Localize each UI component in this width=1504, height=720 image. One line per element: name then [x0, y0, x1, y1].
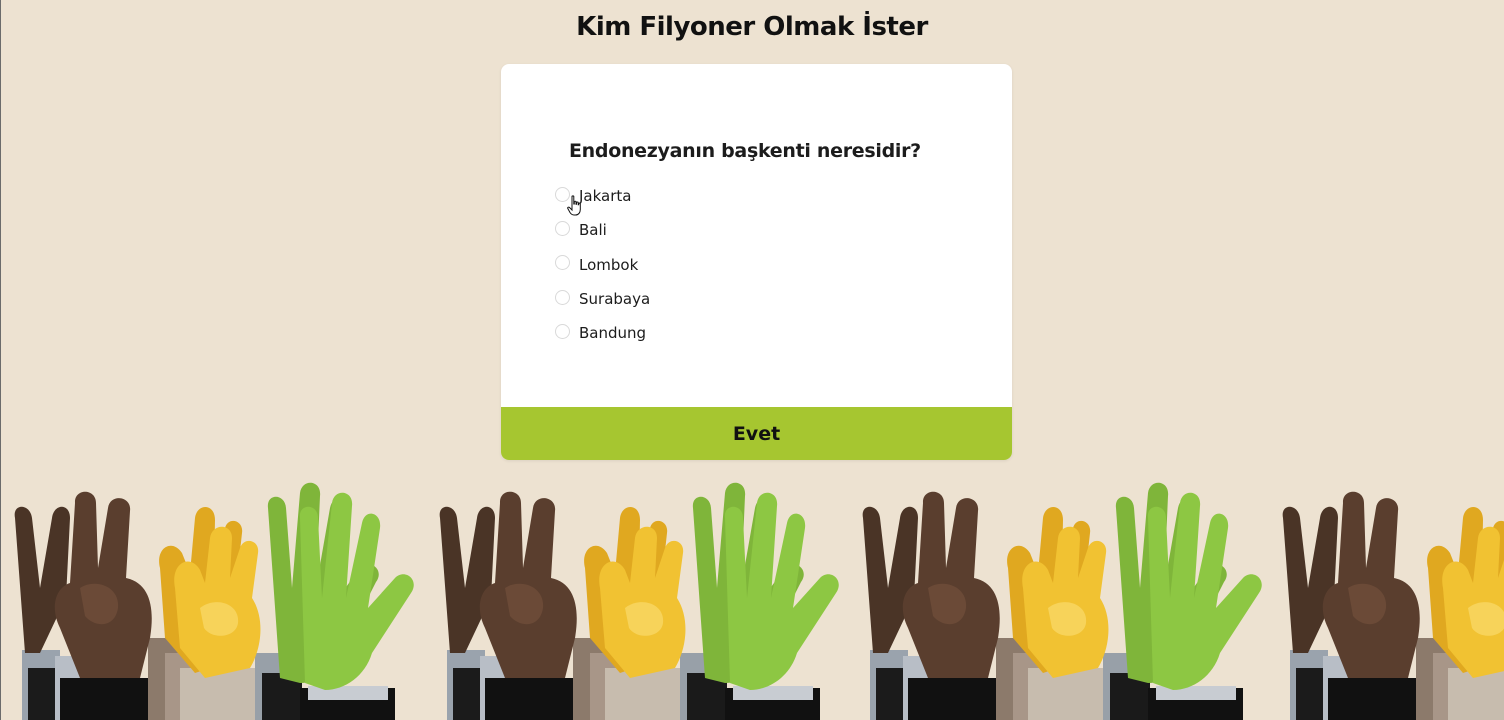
answer-option-bandung[interactable]: Bandung [555, 316, 650, 350]
answer-label: Jakarta [579, 187, 632, 206]
radio-button[interactable] [555, 289, 570, 305]
answer-option-bali[interactable]: Bali [555, 213, 650, 247]
answer-option-jakarta[interactable]: Jakarta [555, 179, 650, 213]
answer-label: Bandung [579, 324, 647, 343]
answer-label: Bali [579, 221, 607, 240]
answer-option-surabaya[interactable]: Surabaya [555, 282, 650, 316]
radio-button[interactable] [555, 255, 570, 271]
quiz-card: Endonezyanın başkenti neresidir? Jakarta… [501, 64, 1012, 460]
radio-button[interactable] [555, 323, 570, 339]
radio-button[interactable] [555, 186, 570, 202]
answer-label: Surabaya [579, 290, 651, 309]
answer-label: Lombok [579, 255, 639, 274]
raised-hands-illustration [14, 482, 1504, 720]
answer-option-lombok[interactable]: Lombok [555, 248, 650, 282]
answer-options: Jakarta Bali Lombok Surabaya Bandung [555, 179, 650, 350]
radio-button[interactable] [555, 220, 570, 236]
page-title: Kim Filyoner Olmak İster [576, 12, 928, 42]
submit-button[interactable]: Evet [501, 407, 1012, 460]
question-text: Endonezyanın başkenti neresidir? [569, 140, 921, 162]
page: Kim Filyoner Olmak İster Endonezyanın ba… [0, 0, 1504, 720]
